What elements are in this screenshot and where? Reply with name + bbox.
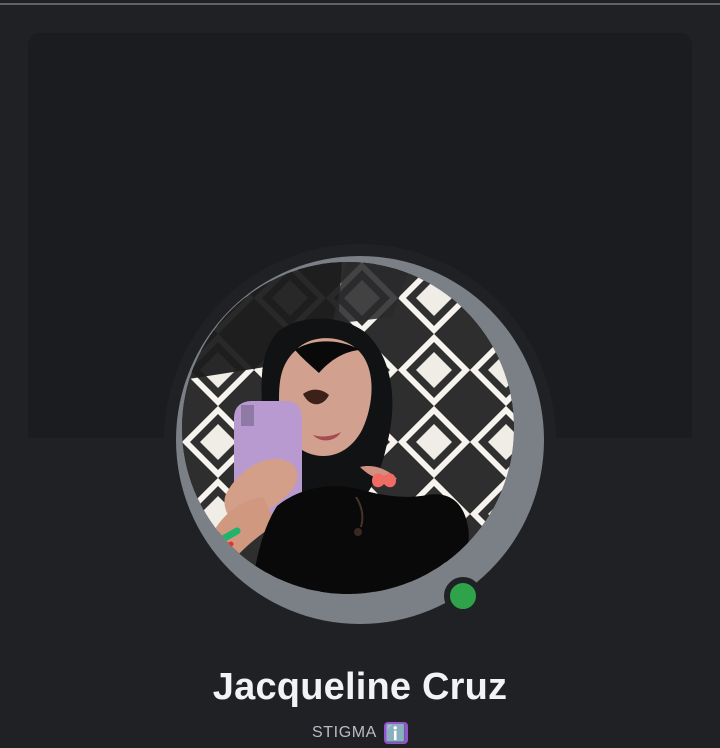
tagline-text: STIGMA: [312, 724, 377, 741]
info-icon: ℹ️: [383, 722, 408, 744]
top-divider: [0, 3, 720, 5]
profile-name: Jacqueline Cruz: [212, 666, 508, 708]
profile-page: Jacqueline Cruz STIGMA ℹ️: [0, 0, 720, 748]
online-status-icon: [444, 577, 482, 615]
avatar-container[interactable]: [164, 244, 556, 636]
profile-tagline: STIGMA ℹ️: [0, 722, 720, 744]
avatar[interactable]: [182, 262, 514, 594]
